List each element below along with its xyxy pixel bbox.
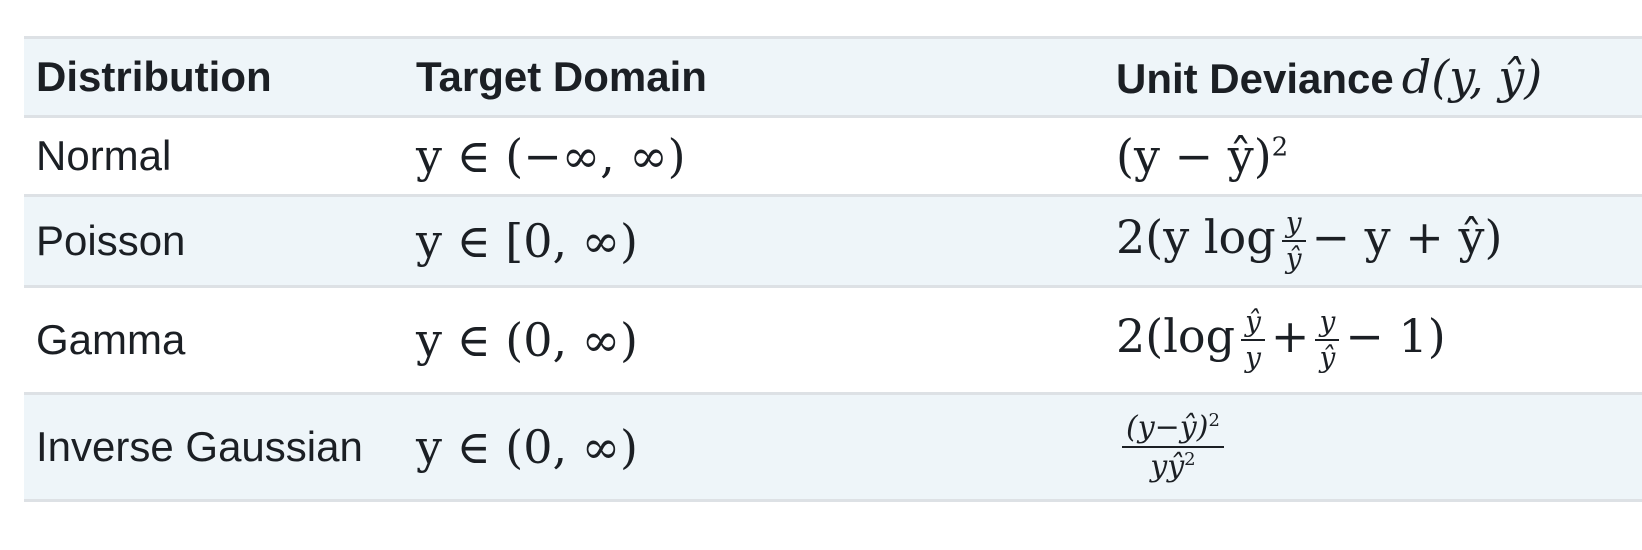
deviance-mid: + [1270, 309, 1310, 363]
fraction-denominator: y [1245, 341, 1261, 374]
fraction-numerator: ŷ [1241, 308, 1265, 341]
fraction: ŷy [1241, 308, 1265, 372]
fraction: (y−ŷ)2 yŷ2 [1122, 412, 1224, 482]
table-row: Poisson y ∈ [0, ∞) 2(y log y ŷ − y + ŷ) [24, 195, 1642, 287]
fraction-denominator-exponent: 2 [1184, 449, 1196, 470]
fraction-numerator-base: (y−ŷ) [1126, 410, 1209, 445]
fraction-numerator: y [1281, 209, 1306, 242]
deviance-pre: 2(y log [1116, 210, 1276, 264]
header-row: Distribution Target Domain Unit Deviance… [24, 37, 1642, 117]
deviance-table-container: Distribution Target Domain Unit Deviance… [24, 36, 1642, 502]
distribution-cell: Inverse Gaussian [36, 423, 363, 470]
fraction-denominator: ŷ [1319, 341, 1336, 374]
fraction-numerator: y [1315, 308, 1340, 341]
header-distribution: Distribution [36, 53, 272, 100]
fraction: yŷ [1315, 308, 1340, 374]
deviance-table: Distribution Target Domain Unit Deviance… [24, 36, 1642, 502]
deviance-formula: (y − ŷ) [1116, 129, 1272, 183]
header-target-domain: Target Domain [416, 53, 707, 100]
domain-cell: y ∈ (0, ∞) [416, 313, 639, 367]
header-unit-deviance: Unit Deviance d(y, ŷ) [1104, 38, 1642, 117]
deviance-cell: (y − ŷ)2 [1104, 117, 1642, 196]
deviance-cell: 2(log ŷ y + y ŷ − 1) [1104, 287, 1642, 394]
domain-cell: y ∈ (0, ∞) [416, 420, 639, 474]
fraction: yŷ [1281, 209, 1306, 275]
deviance-post: − y + ŷ) [1311, 210, 1503, 264]
table-row: Normal y ∈ (−∞, ∞) (y − ŷ)2 [24, 116, 1642, 196]
distribution-cell: Gamma [36, 316, 186, 363]
table-row: Gamma y ∈ (0, ∞) 2(log ŷ y + y ŷ − 1) [24, 286, 1642, 394]
header-unit-deviance-label: Unit Deviance [1116, 55, 1394, 102]
deviance-cell: 2(y log y ŷ − y + ŷ) [1104, 196, 1642, 287]
fraction-denominator: ŷ [1285, 242, 1302, 275]
distribution-cell: Normal [36, 132, 172, 179]
header-unit-deviance-math: d(y, ŷ) [1401, 50, 1543, 104]
fraction-numerator-exponent: 2 [1208, 410, 1220, 431]
deviance-post: − 1) [1345, 309, 1446, 363]
fraction-denominator: yŷ2 [1122, 448, 1224, 482]
fraction-denominator-base: yŷ [1150, 449, 1185, 484]
domain-cell: y ∈ (−∞, ∞) [416, 129, 686, 183]
distribution-cell: Poisson [36, 217, 186, 264]
deviance-pre: 2(log [1116, 309, 1236, 363]
deviance-exponent: 2 [1271, 132, 1289, 163]
table-row: Inverse Gaussian y ∈ (0, ∞) (y−ŷ)2 yŷ2 [24, 393, 1642, 501]
domain-cell: y ∈ [0, ∞) [416, 214, 639, 268]
fraction-numerator: (y−ŷ)2 [1122, 412, 1224, 448]
deviance-cell: (y−ŷ)2 yŷ2 [1104, 394, 1642, 501]
